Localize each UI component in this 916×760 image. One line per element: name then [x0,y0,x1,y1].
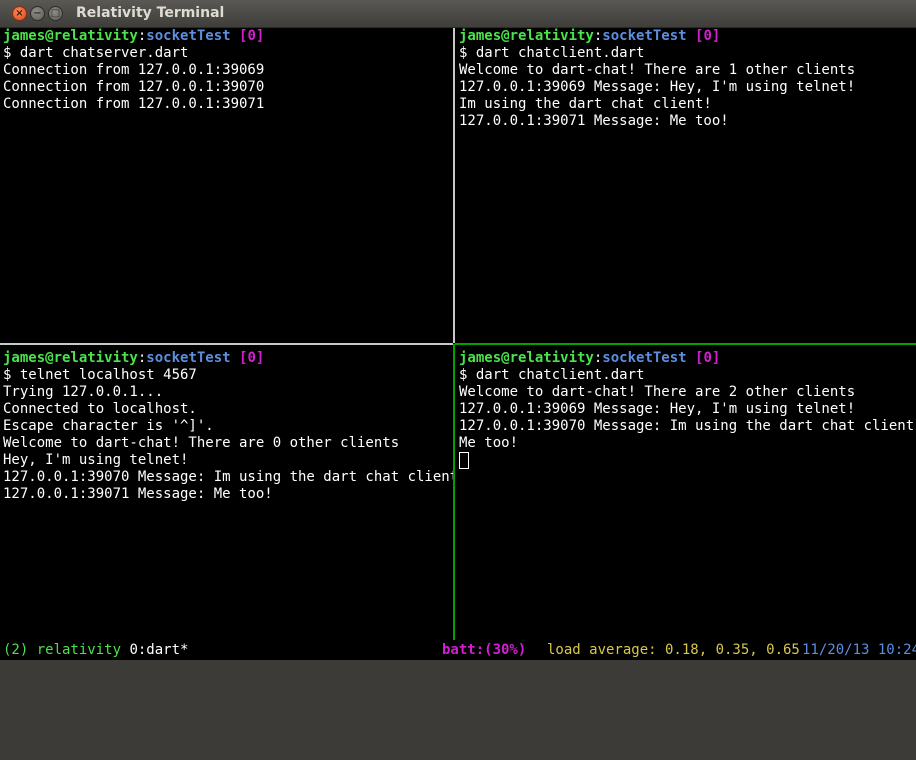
output-line: Connection from 127.0.0.1:39069 [3,62,265,78]
command-line: $ dart chatclient.dart [459,367,645,383]
prompt-directory: socketTest [146,350,231,366]
prompt-user-host: james@relativity [459,28,594,44]
minimize-icon: − [33,7,42,19]
title-bar[interactable]: × − □ Relativity Terminal [0,0,916,28]
output-line: Welcome to dart-chat! There are 0 other … [3,435,400,451]
prompt-window-index: [0] [695,28,721,44]
prompt-line: james@relativity:socketTest [0] [3,28,453,45]
prompt-line: james@relativity:socketTest [0] [459,28,916,45]
status-session: (2) relativity [3,642,122,658]
output-line: 127.0.0.1:39069 Message: Hey, I'm using … [459,79,856,95]
output-line: 127.0.0.1:39069 Message: Hey, I'm using … [459,401,856,417]
output-line: Welcome to dart-chat! There are 1 other … [459,62,856,78]
prompt-window-index: [0] [239,350,265,366]
prompt-user-host: james@relativity [3,28,138,44]
pane-divider-horizontal-right-active[interactable] [455,343,916,345]
prompt-line: james@relativity:socketTest [0] [3,350,453,367]
output-line: 127.0.0.1:39071 Message: Me too! [459,113,729,129]
terminal-area[interactable]: james@relativity:socketTest [0] $ dart c… [0,28,916,660]
prompt-window-index: [0] [239,28,265,44]
minimize-button[interactable]: − [30,6,45,21]
status-session-group: (2) relativity 0:dart* [3,640,188,660]
prompt-user-host: james@relativity [3,350,138,366]
pane-bottom-left[interactable]: james@relativity:socketTest [0] $ telnet… [0,350,453,640]
prompt-directory: socketTest [602,350,687,366]
output-line: Welcome to dart-chat! There are 2 other … [459,384,856,400]
text-cursor[interactable] [459,452,469,469]
output-line: 127.0.0.1:39070 Message: Im using the da… [459,418,916,434]
pane-bottom-right-active[interactable]: james@relativity:socketTest [0] $ dart c… [456,350,916,640]
status-clock: 11/20/13 10:24 [802,642,916,658]
close-button[interactable]: × [12,6,27,21]
output-line: Me too! [459,435,519,451]
output-line: Hey, I'm using telnet! [3,452,189,468]
prompt-directory: socketTest [146,28,231,44]
output-line: 127.0.0.1:39070 Message: Im using the da… [3,469,453,485]
output-line: 127.0.0.1:39071 Message: Me too! [3,486,273,502]
prompt-line: james@relativity:socketTest [0] [459,350,916,367]
pane-divider-vertical-bottom-active[interactable] [453,344,455,640]
close-icon: × [15,7,24,19]
prompt-window-index: [0] [695,350,721,366]
pane-divider-vertical-top[interactable] [453,28,455,343]
terminal-window: × − □ Relativity Terminal james@relativi… [0,0,916,660]
pane-divider-horizontal-left[interactable] [0,343,453,345]
prompt-user-host: james@relativity [459,350,594,366]
maximize-icon: □ [50,7,61,19]
command-line: $ telnet localhost 4567 [3,367,197,383]
command-line: $ dart chatclient.dart [459,45,645,61]
status-battery: batt:(30%) [442,642,527,658]
pane-top-left[interactable]: james@relativity:socketTest [0] $ dart c… [0,28,453,343]
cursor-line[interactable] [459,452,916,469]
prompt-directory: socketTest [602,28,687,44]
output-line: Connected to localhost. [3,401,197,417]
window-title: Relativity Terminal [76,5,225,21]
command-line: $ dart chatserver.dart [3,45,189,61]
status-load-average: load average: 0.18, 0.35, 0.65 [547,642,800,658]
output-line: Connection from 127.0.0.1:39070 [3,79,265,95]
status-bar: (2) relativity 0:dart* batt:(30%) load a… [0,640,916,660]
pane-top-right[interactable]: james@relativity:socketTest [0] $ dart c… [456,28,916,343]
maximize-button[interactable]: □ [48,6,63,21]
output-line: Connection from 127.0.0.1:39071 [3,96,265,112]
output-line: Escape character is '^]'. [3,418,214,434]
status-window[interactable]: 0:dart* [129,642,188,658]
output-line: Trying 127.0.0.1... [3,384,164,400]
output-line: Im using the dart chat client! [459,96,712,112]
